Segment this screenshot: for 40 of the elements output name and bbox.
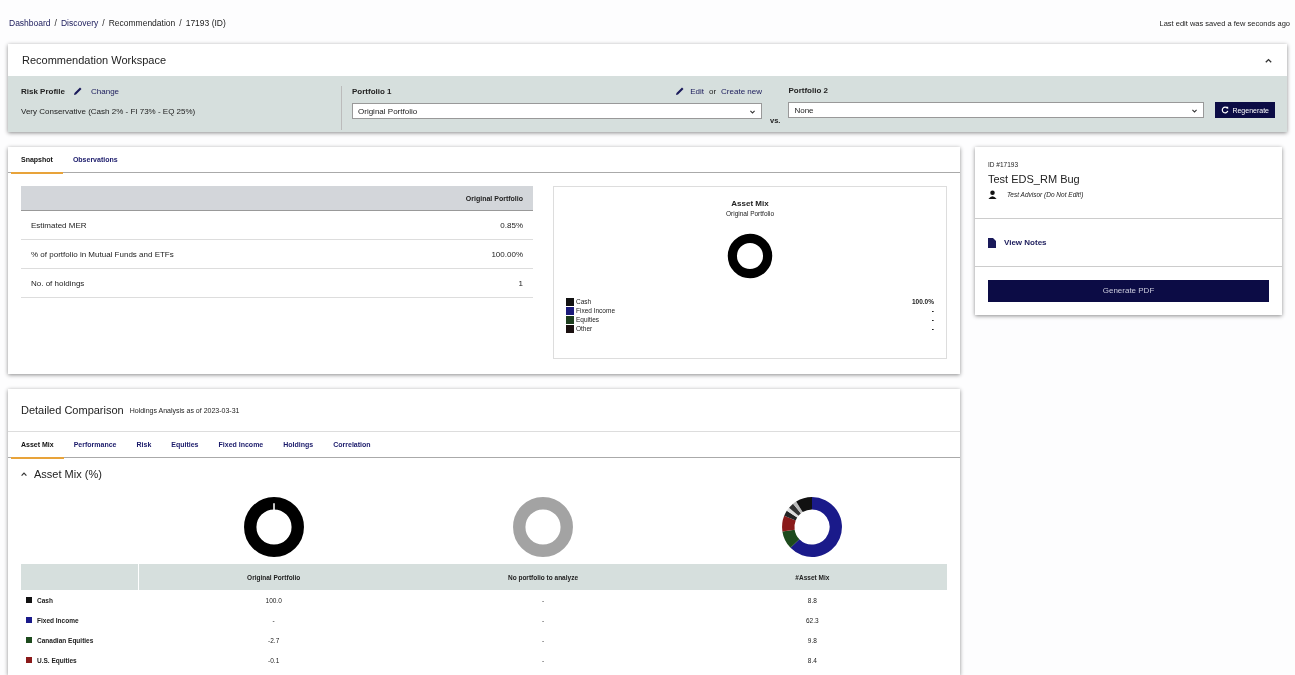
table-cell: % of portfolio in Mutual Funds and ETFs xyxy=(31,249,174,259)
donut-drawing xyxy=(727,233,773,279)
table-cell: 100.00% xyxy=(491,249,523,259)
breadcrumb-separator: / xyxy=(102,18,105,28)
breadcrumb-item: Recommendation xyxy=(108,18,176,28)
record-title: Test EDS_RM Bug xyxy=(988,173,1081,185)
panel-title: Detailed Comparison xyxy=(21,404,124,416)
field-label: Risk Profile xyxy=(21,86,65,96)
create-new-link[interactable]: Create new xyxy=(721,86,762,96)
collapse-icon[interactable] xyxy=(20,470,28,478)
generate-pdf-button[interactable]: Generate PDF xyxy=(988,279,1269,302)
chart-title: Asset Mix xyxy=(731,199,769,208)
breadcrumb-separator: / xyxy=(179,18,182,28)
field-label: Portfolio 2 xyxy=(788,86,829,95)
table-cell: 1 xyxy=(518,278,523,288)
portfolio-select[interactable]: None xyxy=(788,102,1205,118)
table-cell: 0.85% xyxy=(500,220,523,230)
breadcrumb-item: 17193 (ID) xyxy=(185,18,226,28)
donut-drawing xyxy=(781,496,844,558)
section-title: Asset Mix (%) xyxy=(34,468,102,480)
field-label: Portfolio 1 xyxy=(352,86,392,96)
donut-drawing xyxy=(512,496,574,558)
document-icon xyxy=(988,237,996,248)
portfolio-select[interactable]: Original Portfolio xyxy=(352,103,762,119)
breadcrumb-separator: / xyxy=(54,18,57,28)
table-cell: No. of holdings xyxy=(31,278,85,288)
risk-profile-value: Very Conservative (Cash 2% - FI 73% - EQ 25%) xyxy=(21,107,197,116)
view-notes-link[interactable]: View Notes xyxy=(1004,238,1047,247)
pencil-icon xyxy=(73,86,83,96)
refresh-icon xyxy=(1221,106,1230,114)
or-text: or xyxy=(708,86,717,96)
panel-title: Recommendation Workspace xyxy=(22,54,167,66)
pencil-icon xyxy=(675,86,686,96)
table-cell: Estimated MER xyxy=(31,220,87,230)
breadcrumb-link[interactable]: Discovery xyxy=(60,18,99,28)
donut-drawing xyxy=(242,496,305,558)
breadcrumb-link[interactable]: Dashboard xyxy=(9,18,51,28)
edit-link[interactable]: Edit xyxy=(690,86,704,96)
change-link[interactable]: Change xyxy=(91,86,120,96)
person-icon xyxy=(988,190,997,199)
